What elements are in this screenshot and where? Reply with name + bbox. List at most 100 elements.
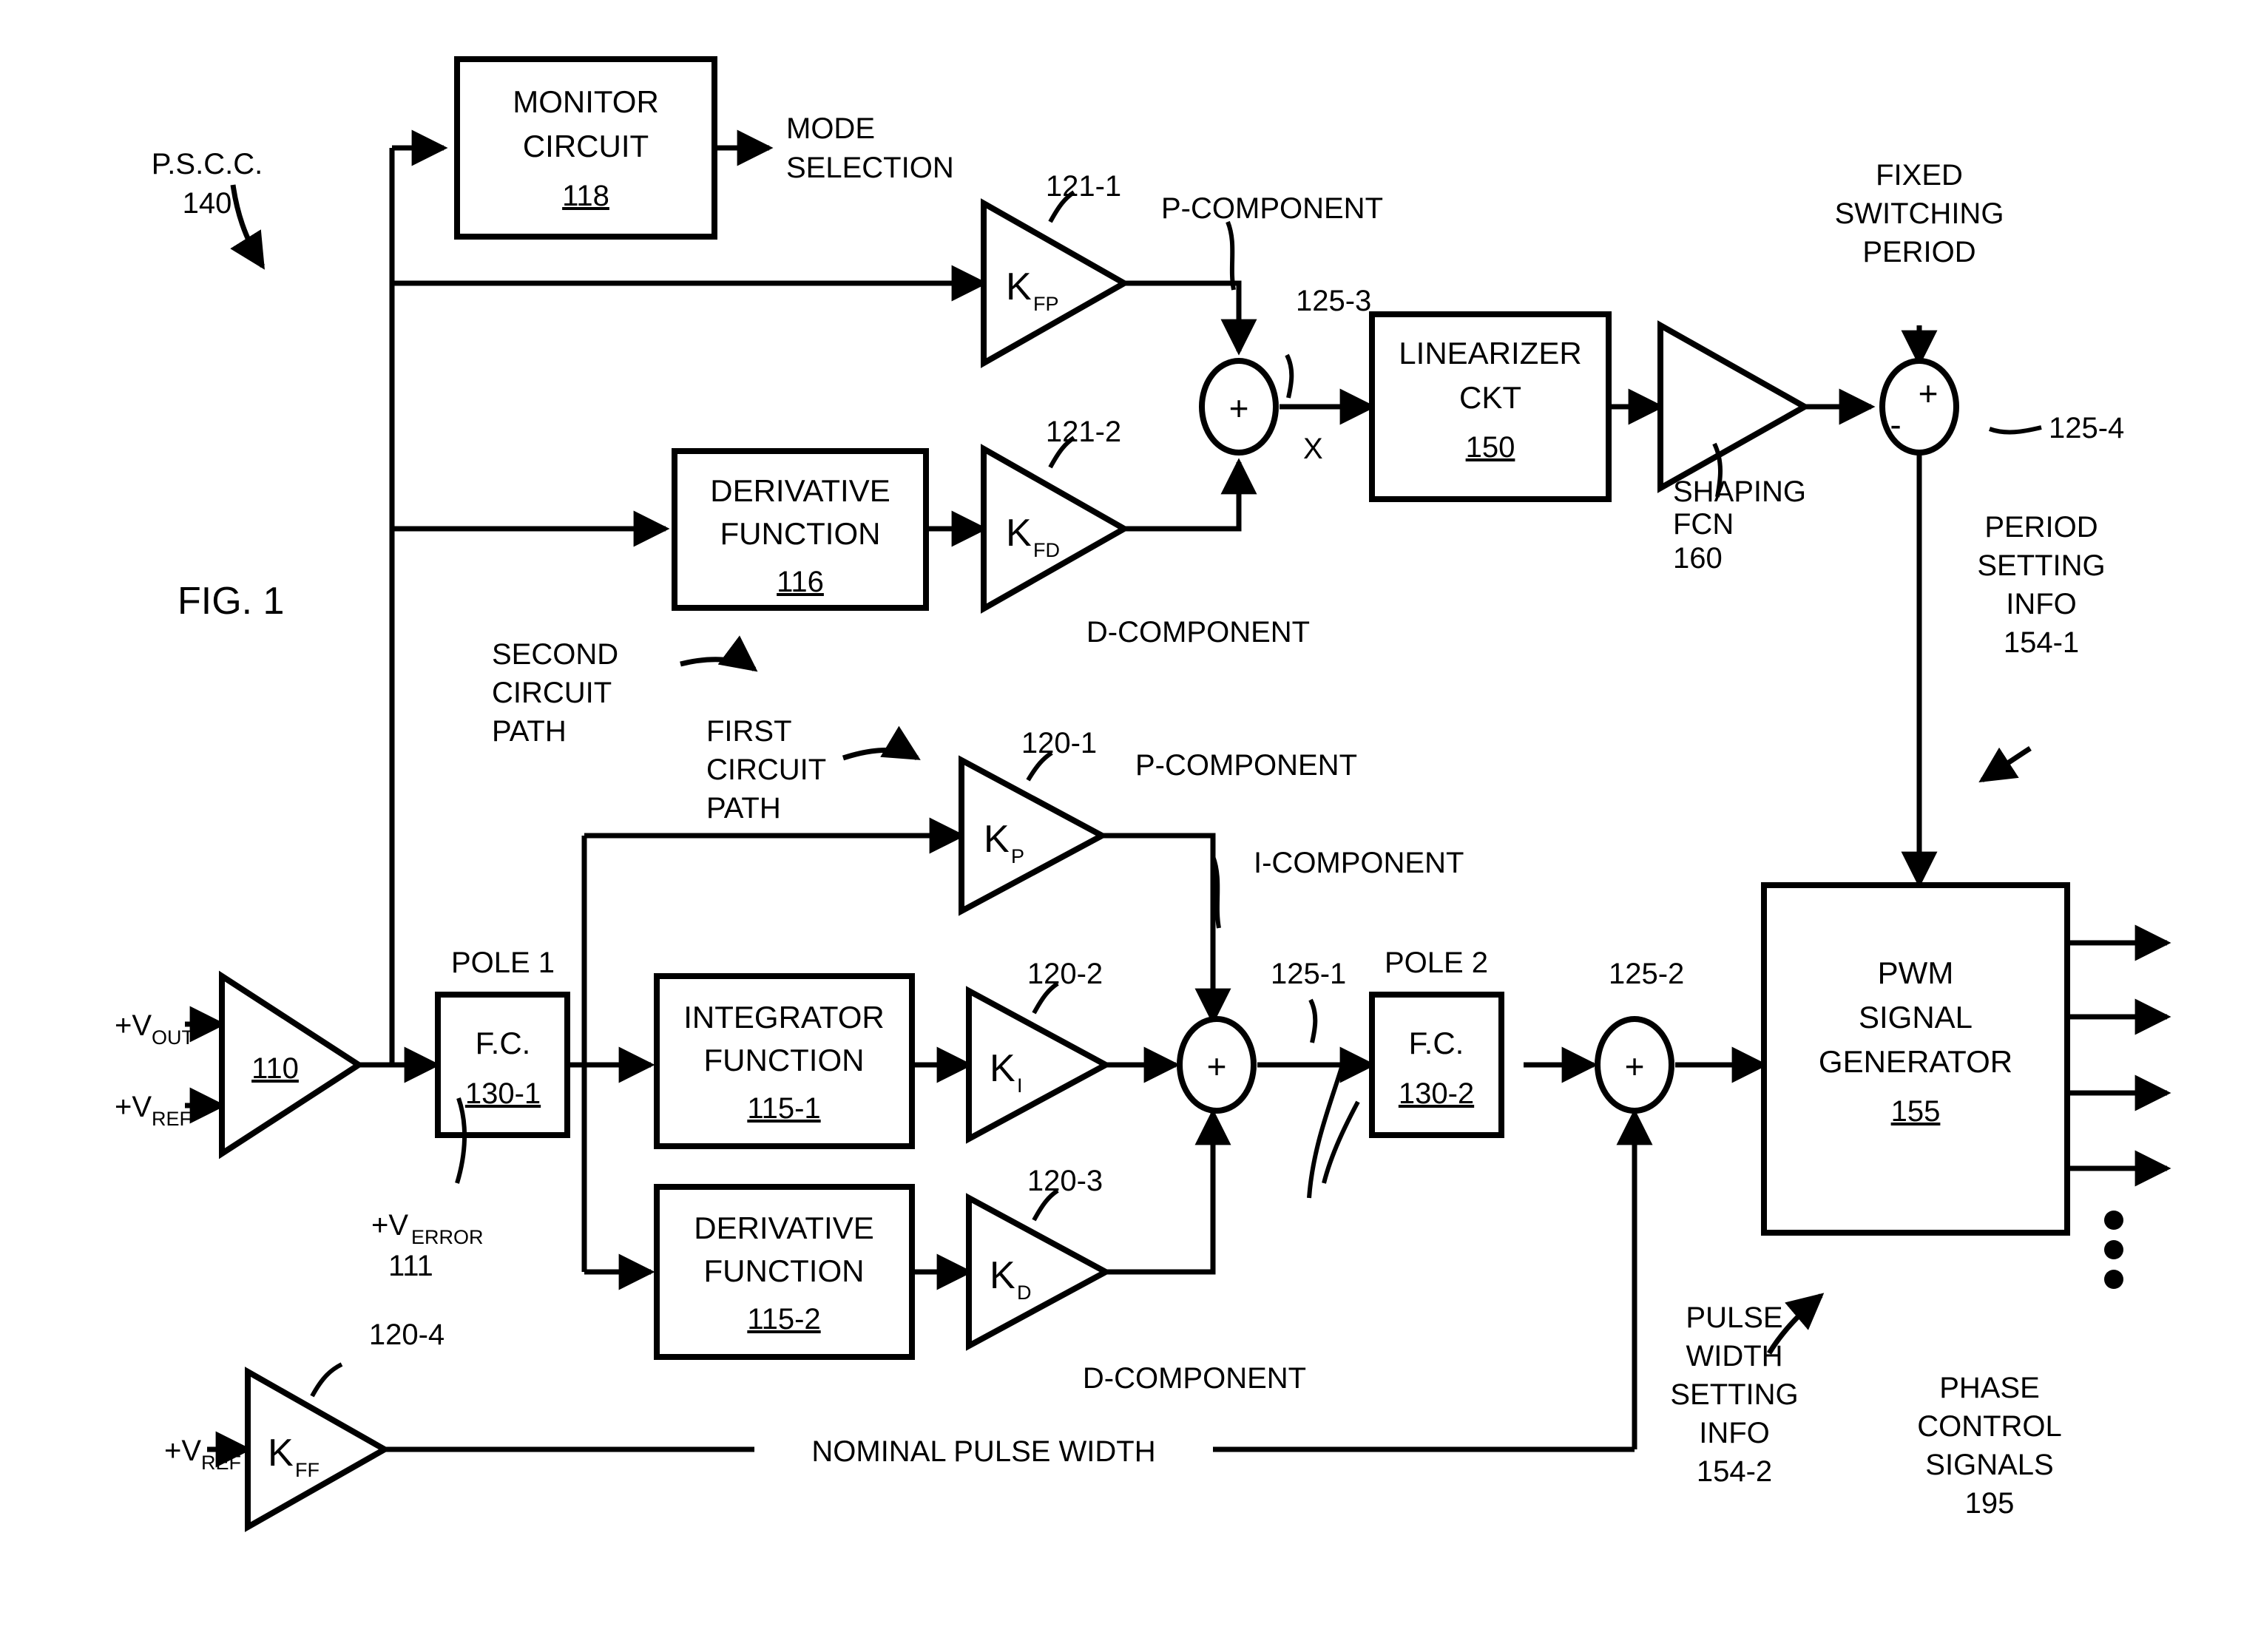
mode-selection-line1: MODE <box>786 112 875 145</box>
derivative-115-2-line2: FUNCTION <box>704 1253 865 1288</box>
phase-control-signals-ref: 195 <box>1965 1487 2015 1520</box>
kp-ref: 120-1 <box>1021 727 1097 759</box>
fc-130-2-line1: F.C. <box>1409 1026 1464 1060</box>
integrator-line2: FUNCTION <box>704 1043 865 1077</box>
fc-130-1-ref: 130-1 <box>465 1077 541 1110</box>
kff-gain-subscript: FF <box>295 1459 320 1481</box>
v-out-subscript: OUT <box>152 1026 194 1049</box>
kfd-gain-subscript: FD <box>1033 539 1060 561</box>
summer-125-4-ref: 125-4 <box>2049 412 2124 444</box>
linearizer-line1: LINEARIZER <box>1399 336 1581 370</box>
summer-125-3-ref: 125-3 <box>1296 285 1371 317</box>
second-circuit-path-line2: CIRCUIT <box>492 677 612 709</box>
first-circuit-path-line2: CIRCUIT <box>706 754 826 786</box>
monitor-circuit-line1: MONITOR <box>513 84 659 119</box>
pscc-label: P.S.C.C. <box>152 148 263 180</box>
output-ellipsis-dots <box>2104 1211 2123 1289</box>
integrator-ref: 115-1 <box>747 1092 820 1125</box>
pulse-width-setting-info-ref: 154-2 <box>1697 1455 1772 1488</box>
pwm-line1: PWM <box>1878 955 1954 990</box>
nominal-pulse-width-label: NOMINAL PULSE WIDTH <box>811 1435 1155 1468</box>
ki-ref: 120-2 <box>1027 958 1103 990</box>
integrator-line1: INTEGRATOR <box>683 1000 884 1035</box>
kp-gain-subscript: P <box>1011 845 1024 867</box>
figure-label: FIG. 1 <box>178 580 284 623</box>
monitor-circuit-line2: CIRCUIT <box>523 129 649 163</box>
error-amp-ref: 110 <box>251 1052 299 1085</box>
period-setting-info-line3: INFO <box>2006 588 2077 620</box>
kfp-ref: 121-1 <box>1046 170 1121 203</box>
phase-control-signals-line1: PHASE <box>1939 1372 2040 1404</box>
mode-selection-line2: SELECTION <box>786 152 954 184</box>
figure-canvas: FIG. 1 P.S.C.C. 140 MONITOR CIRCUIT 118 … <box>115 56 2171 1532</box>
i-component-label: I-COMPONENT <box>1254 847 1464 879</box>
pulse-width-setting-info-line1: PULSE <box>1686 1301 1782 1334</box>
kff-gain-letter: K <box>268 1432 294 1475</box>
phase-control-signals-line3: SIGNALS <box>1925 1449 2053 1481</box>
d-component-lower-label: D-COMPONENT <box>1083 1362 1306 1395</box>
v-ref-top-label: +V <box>115 1091 152 1123</box>
fixed-switching-period-line3: PERIOD <box>1862 236 1975 268</box>
blocks <box>435 56 2070 1360</box>
shaping-fcn-line1: SHAPING <box>1673 475 1806 508</box>
kd-gain-subscript: D <box>1017 1282 1032 1304</box>
fc-130-2-block[interactable] <box>1369 992 1504 1138</box>
ki-gain-subscript: I <box>1017 1074 1023 1097</box>
derivative-116-line2: FUNCTION <box>720 516 881 551</box>
pscc-ref: 140 <box>183 187 232 220</box>
kp-amplifier[interactable] <box>959 755 1109 916</box>
summer-125-1-sign: + <box>1207 1047 1227 1086</box>
wires <box>185 129 2171 1468</box>
v-ref-bottom-subscript: REF <box>201 1452 241 1474</box>
node-x-label: X <box>1303 433 1323 465</box>
v-error-label: +V <box>371 1209 408 1242</box>
summer-125-1-ref: 125-1 <box>1271 958 1346 990</box>
summer-125-4-sign-top: + <box>1919 374 1939 413</box>
pole-1-label: POLE 1 <box>451 947 555 979</box>
v-out-label: +V <box>115 1009 152 1042</box>
first-circuit-path-line3: PATH <box>706 792 781 825</box>
pole-2-label: POLE 2 <box>1385 947 1488 979</box>
kff-ref: 120-4 <box>369 1318 445 1351</box>
kfd-amplifier[interactable] <box>981 444 1131 614</box>
period-setting-info-ref: 154-1 <box>2004 626 2079 659</box>
phase-control-signals-line2: CONTROL <box>1917 1410 2062 1443</box>
fc-130-1-block[interactable] <box>435 992 570 1138</box>
kfp-gain-letter: K <box>1006 265 1032 308</box>
derivative-115-2-ref: 115-2 <box>747 1303 820 1336</box>
p-component-upper-label: P-COMPONENT <box>1161 192 1383 225</box>
summer-125-2-ref: 125-2 <box>1609 958 1684 990</box>
kfp-amplifier[interactable] <box>981 198 1131 368</box>
pulse-width-setting-info-line2: WIDTH <box>1686 1340 1782 1372</box>
derivative-116-line1: DERIVATIVE <box>710 473 890 508</box>
shaping-fcn-ref: 160 <box>1673 542 1723 575</box>
pulse-width-setting-info-line3: SETTING <box>1670 1378 1798 1411</box>
pwm-line3: GENERATOR <box>1819 1044 2012 1079</box>
shaping-fcn-line2: FCN <box>1673 508 1734 541</box>
kfd-gain-letter: K <box>1006 512 1032 555</box>
fixed-switching-period-line1: FIXED <box>1876 159 1963 192</box>
d-component-upper-label: D-COMPONENT <box>1086 616 1310 649</box>
pwm-line2: SIGNAL <box>1859 1000 1973 1035</box>
linearizer-ref: 150 <box>1466 431 1515 464</box>
shaping-function-amplifier[interactable] <box>1657 320 1811 493</box>
fixed-switching-period-line2: SWITCHING <box>1835 197 2004 230</box>
kp-gain-letter: K <box>984 818 1010 861</box>
patent-figure-1: FIG. 1 P.S.C.C. 140 MONITOR CIRCUIT 118 … <box>0 0 2241 1652</box>
ki-gain-letter: K <box>990 1047 1015 1090</box>
summer-125-2-sign: + <box>1625 1047 1645 1086</box>
kd-gain-letter: K <box>990 1254 1015 1297</box>
linearizer-line2: CKT <box>1459 380 1521 415</box>
period-setting-info-line2: SETTING <box>1977 549 2105 582</box>
v-error-ref: 111 <box>388 1250 433 1282</box>
second-circuit-path-line3: PATH <box>492 715 567 748</box>
derivative-116-ref: 116 <box>777 566 824 598</box>
monitor-circuit-ref: 118 <box>562 180 609 212</box>
second-circuit-path-line1: SECOND <box>492 638 618 671</box>
summer-125-4-sign-left: - <box>1890 405 1901 444</box>
summer-125-3-sign: + <box>1229 389 1249 427</box>
kd-ref: 120-3 <box>1027 1165 1103 1197</box>
p-component-lower-label: P-COMPONENT <box>1135 749 1357 782</box>
derivative-115-2-line1: DERIVATIVE <box>694 1211 874 1245</box>
v-ref-bottom-label: +V <box>164 1435 201 1467</box>
